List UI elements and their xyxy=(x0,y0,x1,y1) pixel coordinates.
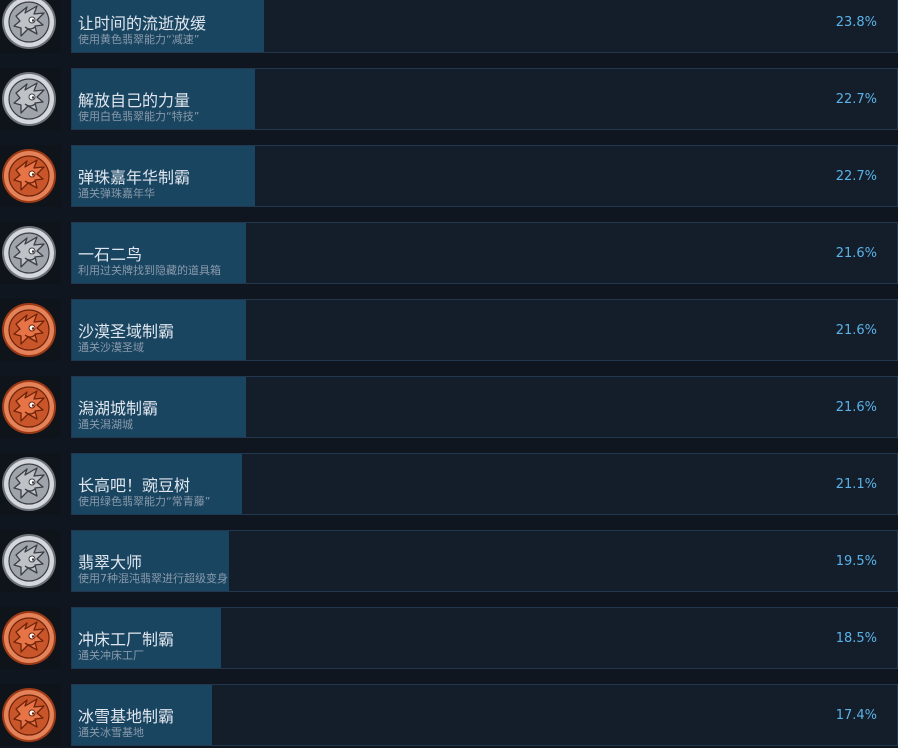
silver-medal-icon xyxy=(2,0,56,49)
achievement-description: 使用白色翡翠能力“特技” xyxy=(78,110,200,123)
unlock-percentage: 21.1% xyxy=(835,477,877,492)
unlock-percentage: 19.5% xyxy=(835,554,877,569)
bronze-medal-icon xyxy=(2,149,56,203)
achievement-icon-cell xyxy=(0,607,61,669)
achievement-icon-cell xyxy=(0,68,61,130)
achievement-description: 通关冰雪基地 xyxy=(78,726,144,739)
achievement-card[interactable]: 冲床工厂制霸 通关冲床工厂 18.5% xyxy=(71,607,898,669)
achievement-card[interactable]: 长高吧！豌豆树 使用绿色翡翠能力“常青藤” 21.1% xyxy=(71,453,898,515)
achievement-card[interactable]: 冰雪基地制霸 通关冰雪基地 17.4% xyxy=(71,684,898,746)
achievement-row[interactable]: 潟湖城制霸 通关潟湖城 21.6% xyxy=(0,376,898,438)
achievement-icon-cell xyxy=(0,0,61,53)
achievement-row[interactable]: 弹珠嘉年华制霸 通关弹珠嘉年华 22.7% xyxy=(0,145,898,207)
achievement-card[interactable]: 翡翠大师 使用7种混沌翡翠进行超级变身 19.5% xyxy=(71,530,898,592)
achievement-row[interactable]: 让时间的流逝放缓 使用黄色翡翠能力“减速” 23.8% xyxy=(0,0,898,53)
achievement-description: 利用过关牌找到隐藏的道具箱 xyxy=(78,264,221,277)
silver-medal-icon xyxy=(2,457,56,511)
achievement-list: 让时间的流逝放缓 使用黄色翡翠能力“减速” 23.8% 解放自己的力量 使用白色翡翠能力… xyxy=(0,0,898,748)
unlock-percentage: 21.6% xyxy=(835,323,877,338)
achievement-row[interactable]: 翡翠大师 使用7种混沌翡翠进行超级变身 19.5% xyxy=(0,530,898,592)
bronze-medal-icon xyxy=(2,688,56,742)
achievement-icon-cell xyxy=(0,453,61,515)
achievement-row[interactable]: 沙漠圣域制霸 通关沙漠圣域 21.6% xyxy=(0,299,898,361)
bronze-medal-icon xyxy=(2,380,56,434)
unlock-percentage: 21.6% xyxy=(835,246,877,261)
silver-medal-icon xyxy=(2,226,56,280)
achievement-card[interactable]: 沙漠圣域制霸 通关沙漠圣域 21.6% xyxy=(71,299,898,361)
achievement-icon-cell xyxy=(0,530,61,592)
achievement-description: 使用绿色翡翠能力“常青藤” xyxy=(78,495,211,508)
achievement-card[interactable]: 弹珠嘉年华制霸 通关弹珠嘉年华 22.7% xyxy=(71,145,898,207)
achievement-icon-cell xyxy=(0,376,61,438)
achievement-description: 通关弹珠嘉年华 xyxy=(78,187,155,200)
achievement-icon-cell xyxy=(0,299,61,361)
achievement-row[interactable]: 解放自己的力量 使用白色翡翠能力“特技” 22.7% xyxy=(0,68,898,130)
achievement-description: 通关潟湖城 xyxy=(78,418,133,431)
achievement-row[interactable]: 长高吧！豌豆树 使用绿色翡翠能力“常青藤” 21.1% xyxy=(0,453,898,515)
bronze-medal-icon xyxy=(2,303,56,357)
achievement-description: 通关沙漠圣域 xyxy=(78,341,144,354)
achievement-icon-cell xyxy=(0,145,61,207)
bronze-medal-icon xyxy=(2,611,56,665)
achievement-row[interactable]: 冰雪基地制霸 通关冰雪基地 17.4% xyxy=(0,684,898,746)
achievement-description: 使用7种混沌翡翠进行超级变身 xyxy=(78,572,228,585)
unlock-percentage: 21.6% xyxy=(835,400,877,415)
achievement-description: 使用黄色翡翠能力“减速” xyxy=(78,33,200,46)
achievement-card[interactable]: 潟湖城制霸 通关潟湖城 21.6% xyxy=(71,376,898,438)
unlock-percentage: 17.4% xyxy=(835,708,877,723)
unlock-percentage: 22.7% xyxy=(835,92,877,107)
achievement-card[interactable]: 让时间的流逝放缓 使用黄色翡翠能力“减速” 23.8% xyxy=(71,0,898,53)
silver-medal-icon xyxy=(2,72,56,126)
achievement-description: 通关冲床工厂 xyxy=(78,649,144,662)
achievement-card[interactable]: 解放自己的力量 使用白色翡翠能力“特技” 22.7% xyxy=(71,68,898,130)
unlock-percentage: 18.5% xyxy=(835,631,877,646)
achievement-icon-cell xyxy=(0,684,61,746)
achievement-card[interactable]: 一石二鸟 利用过关牌找到隐藏的道具箱 21.6% xyxy=(71,222,898,284)
achievement-row[interactable]: 一石二鸟 利用过关牌找到隐藏的道具箱 21.6% xyxy=(0,222,898,284)
achievement-row[interactable]: 冲床工厂制霸 通关冲床工厂 18.5% xyxy=(0,607,898,669)
unlock-percentage: 23.8% xyxy=(835,15,877,30)
unlock-percentage: 22.7% xyxy=(835,169,877,184)
silver-medal-icon xyxy=(2,534,56,588)
achievement-icon-cell xyxy=(0,222,61,284)
